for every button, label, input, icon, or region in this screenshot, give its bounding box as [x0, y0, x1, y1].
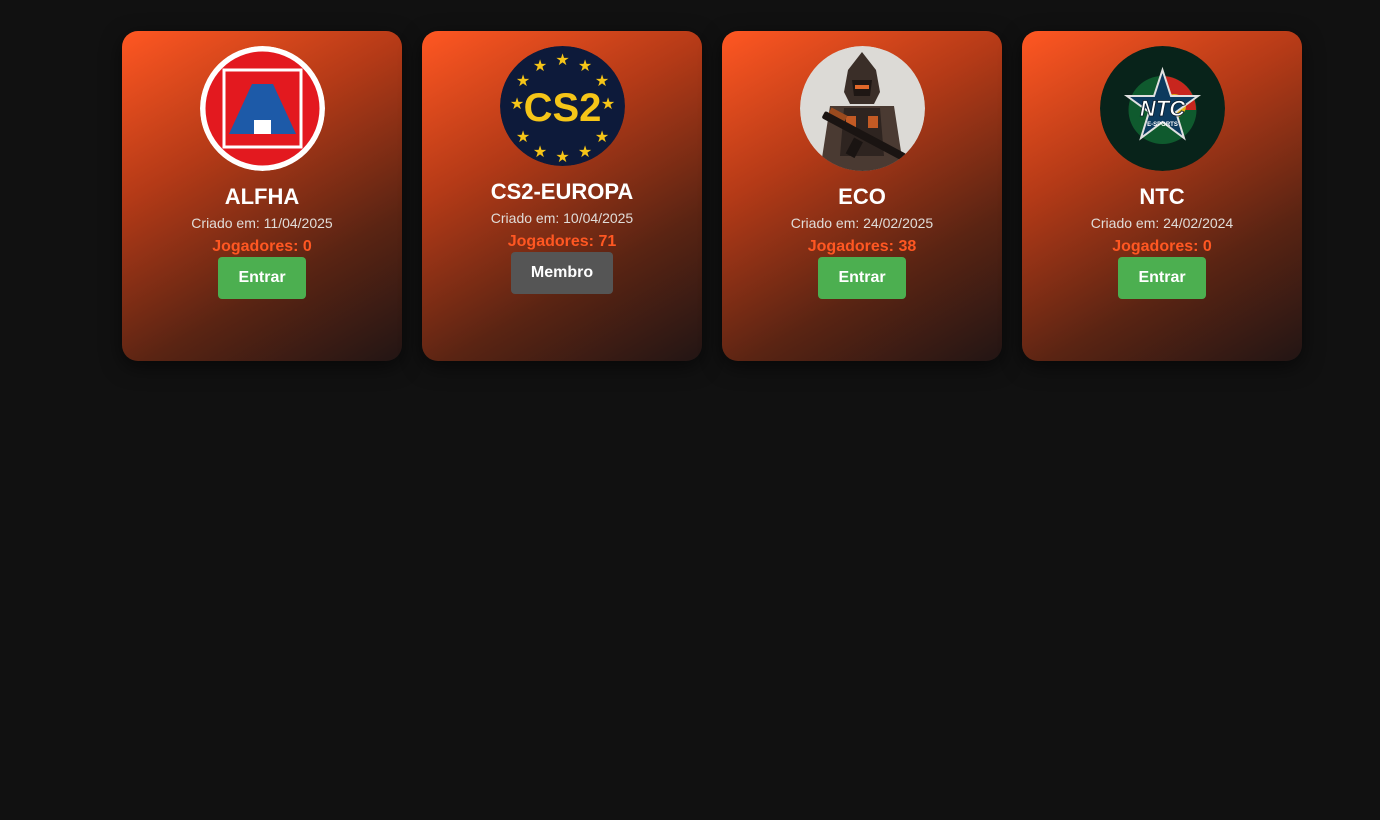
team-players-count: Jogadores: 0: [212, 238, 312, 255]
svg-text:★: ★: [600, 94, 614, 113]
team-created-date: Criado em: 24/02/2024: [1090, 215, 1234, 231]
ntc-logo-icon: NTC E-SPORTS: [1099, 46, 1225, 171]
enter-button[interactable]: Entrar: [1118, 257, 1206, 299]
cs2-europa-logo-icon: ★ ★ ★ ★ ★ ★ ★ ★ ★ ★ ★ ★ CS2: [499, 46, 625, 166]
eco-soldier-avatar-icon: [799, 46, 925, 171]
enter-button[interactable]: Entrar: [218, 257, 306, 299]
team-card-ntc: NTC E-SPORTS NTC Criado em: 24/02/2024 J…: [1022, 31, 1302, 361]
team-players-count: Jogadores: 71: [507, 233, 617, 250]
team-name: NTC: [1139, 184, 1185, 209]
svg-text:★: ★: [577, 56, 591, 75]
svg-text:CS2: CS2: [523, 86, 601, 130]
svg-text:★: ★: [532, 142, 546, 161]
enter-button[interactable]: Entrar: [818, 257, 906, 299]
svg-text:★: ★: [577, 142, 591, 161]
svg-text:★: ★: [555, 147, 569, 166]
team-created-date: Criado em: 11/04/2025: [191, 215, 333, 231]
team-players-count: Jogadores: 0: [1112, 238, 1212, 255]
svg-text:E-SPORTS: E-SPORTS: [1147, 122, 1178, 128]
svg-text:★: ★: [509, 94, 523, 113]
team-grid: A ALFHA Criado em: 11/04/2025 Jogadores:…: [122, 31, 1302, 361]
svg-text:★: ★: [555, 50, 569, 69]
member-button[interactable]: Membro: [510, 252, 614, 294]
team-card-alfha: A ALFHA Criado em: 11/04/2025 Jogadores:…: [122, 31, 402, 361]
team-card-cs2-europa: ★ ★ ★ ★ ★ ★ ★ ★ ★ ★ ★ ★ CS2 CS2-EUROPA C…: [422, 31, 702, 361]
team-created-date: Criado em: 24/02/2025: [790, 215, 934, 231]
team-card-eco: ECO Criado em: 24/02/2025 Jogadores: 38 …: [722, 31, 1002, 361]
svg-text:★: ★: [532, 56, 546, 75]
alfha-logo-icon: A: [199, 46, 325, 171]
svg-text:NTC: NTC: [1139, 96, 1185, 121]
team-players-count: Jogadores: 38: [807, 238, 917, 255]
team-name: CS2-EUROPA: [490, 179, 634, 204]
team-name: ALFHA: [224, 184, 300, 209]
team-created-date: Criado em: 10/04/2025: [490, 210, 634, 226]
team-name: ECO: [838, 184, 886, 209]
